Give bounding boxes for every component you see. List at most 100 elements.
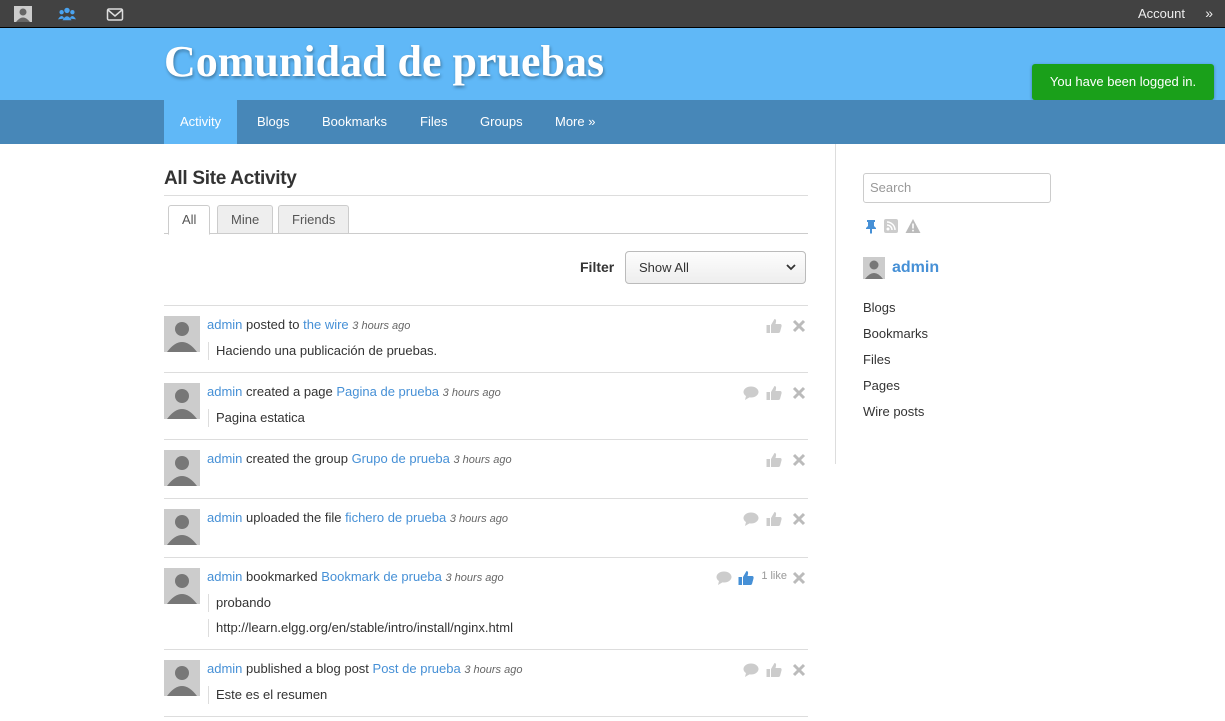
report-icon[interactable] [905,218,921,234]
messages-icon[interactable] [106,6,124,22]
timestamp: 3 hours ago [442,387,501,399]
activity-verb: published a blog post [242,661,373,676]
title-divider [164,195,808,196]
object-link[interactable]: Bookmark de prueba [321,569,442,584]
activity-menu [708,385,808,401]
friends-icon[interactable] [58,6,76,22]
activity-list-end [164,716,808,717]
subject-link[interactable]: admin [207,569,242,584]
sidebar-link-wire-posts[interactable]: Wire posts [863,404,924,419]
timestamp: 3 hours ago [464,664,523,676]
site-header: Comunidad de pruebas You have been logge… [0,28,1225,100]
like-icon[interactable] [766,511,782,527]
activity-verb: created the group [242,451,352,466]
tab-friends[interactable]: Friends [278,205,350,233]
comment-icon[interactable] [743,511,759,527]
nav-item-files[interactable]: Files [404,100,463,144]
pin-icon[interactable] [863,218,879,234]
activity-menu [708,452,808,468]
bookmark-url-link[interactable]: http://learn.elgg.org/en/stable/intro/in… [208,619,513,637]
comment-icon[interactable] [716,570,732,586]
filter-label: Filter [580,259,615,275]
nav-item-blogs[interactable]: Blogs [241,100,306,144]
owner-name[interactable]: admin [892,259,939,277]
chevron-down-icon [786,264,796,271]
user-avatar[interactable] [164,450,200,486]
activity-summary: admin bookmarked Bookmark de prueba 3 ho… [207,569,504,584]
timestamp: 3 hours ago [453,454,512,466]
activity-excerpt: probando [208,594,271,612]
sidebar-link-files[interactable]: Files [863,352,890,367]
delete-icon[interactable] [791,318,807,334]
nav-item-more[interactable]: More » [539,100,611,144]
user-avatar[interactable] [164,316,200,352]
nav-item-groups[interactable]: Groups [464,100,539,144]
system-message[interactable]: You have been logged in. [1032,64,1214,100]
search-input[interactable]: Search [863,173,1051,203]
filter-value: Show All [639,260,689,275]
tab-mine[interactable]: Mine [217,205,274,233]
activity-item: admin uploaded the file fichero de prueb… [164,498,808,557]
likes-count[interactable]: 1 like [761,570,787,586]
object-link[interactable]: fichero de prueba [345,510,446,525]
like-icon[interactable] [766,318,782,334]
comment-icon[interactable] [743,662,759,678]
topbar: Account » [0,0,1225,28]
activity-menu [708,511,808,527]
nav-item-bookmarks[interactable]: Bookmarks [306,100,403,144]
user-avatar[interactable] [164,660,200,696]
activity-item: admin posted to the wire 3 hours ago Haci… [164,305,808,372]
site-title[interactable]: Comunidad de pruebas [164,36,604,87]
activity-item: admin published a blog post Post de prue… [164,649,808,716]
object-link[interactable]: Post de prueba [373,661,461,676]
like-icon[interactable] [766,452,782,468]
activity-menu [708,318,808,334]
timestamp: 3 hours ago [352,320,411,332]
object-link[interactable]: Pagina de prueba [336,384,439,399]
owner-avatar[interactable] [863,257,885,279]
rss-icon[interactable] [883,218,899,234]
subject-link[interactable]: admin [207,661,242,676]
delete-icon[interactable] [791,452,807,468]
activity-verb: uploaded the file [242,510,346,525]
like-icon[interactable] [766,385,782,401]
subject-link[interactable]: admin [207,317,242,332]
nav-item-activity[interactable]: Activity [164,100,238,144]
delete-icon[interactable] [791,385,807,401]
subject-link[interactable]: admin [207,451,242,466]
site-menu: Activity Blogs Bookmarks Files Groups Mo… [0,100,1225,144]
timestamp: 3 hours ago [449,513,508,525]
object-link[interactable]: Grupo de prueba [352,451,450,466]
subject-link[interactable]: admin [207,510,242,525]
sidebar-link-bookmarks[interactable]: Bookmarks [863,326,928,341]
sidebar-link-pages[interactable]: Pages [863,378,900,393]
delete-icon[interactable] [791,511,807,527]
subject-link[interactable]: admin [207,384,242,399]
user-avatar[interactable] [164,383,200,419]
activity-summary: admin posted to the wire 3 hours ago [207,317,410,332]
tabs-baseline [164,233,808,234]
user-avatar[interactable] [164,568,200,604]
avatar-icon[interactable] [14,6,32,22]
comment-icon[interactable] [743,385,759,401]
activity-summary: admin published a blog post Post de prue… [207,661,522,676]
activity-item: admin created the group Grupo de prueba … [164,439,808,498]
activity-summary: admin uploaded the file fichero de prueb… [207,510,508,525]
like-icon[interactable] [738,570,754,586]
delete-icon[interactable] [791,570,807,586]
delete-icon[interactable] [791,662,807,678]
activity-verb: bookmarked [242,569,322,584]
activity-summary: admin created a page Pagina de prueba 3 … [207,384,501,399]
object-link[interactable]: the wire [303,317,349,332]
activity-item: admin created a page Pagina de prueba 3 … [164,372,808,439]
account-arrow-icon[interactable]: » [1205,5,1213,21]
account-menu[interactable]: Account [1138,6,1185,21]
page-title: All Site Activity [164,168,297,189]
filter-select[interactable]: Show All [625,251,806,284]
sidebar-link-blogs[interactable]: Blogs [863,300,896,315]
tab-all[interactable]: All [168,205,211,235]
like-icon[interactable] [766,662,782,678]
activity-list: admin posted to the wire 3 hours ago Haci… [164,305,808,717]
user-avatar[interactable] [164,509,200,545]
timestamp: 3 hours ago [445,572,504,584]
